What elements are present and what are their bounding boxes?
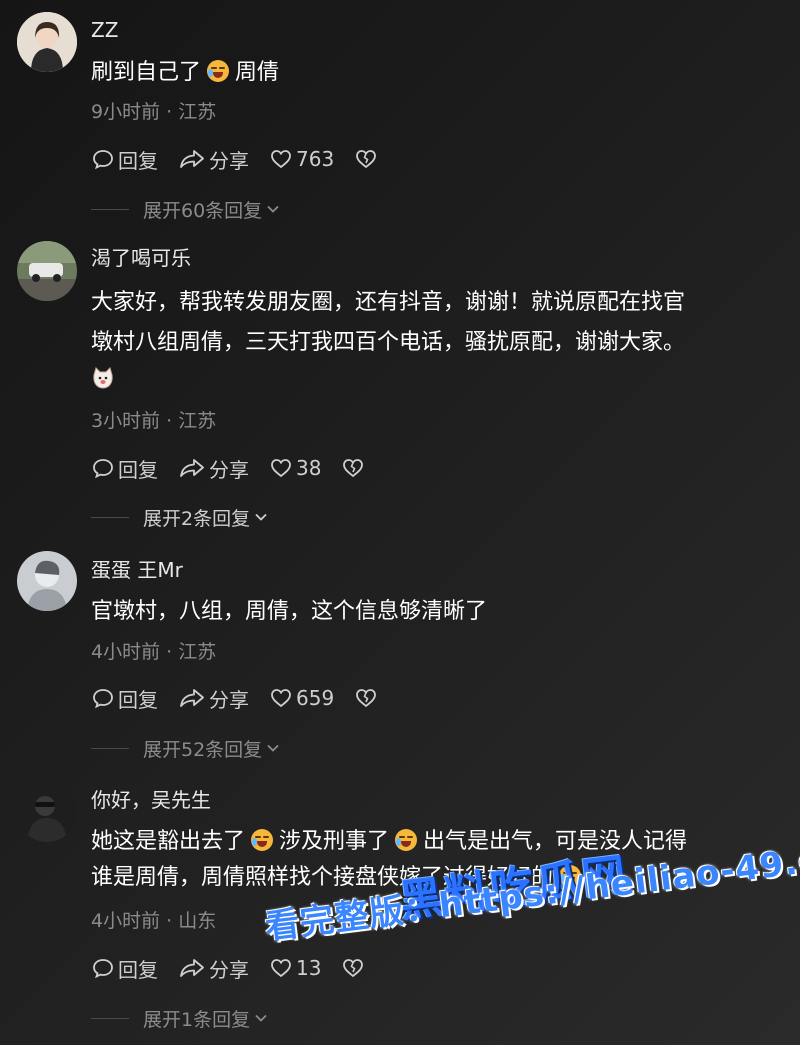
reply-label: 回复 (118, 148, 158, 173)
expand-replies-button[interactable]: 展开60条回复 (91, 195, 282, 223)
expand-replies-button[interactable]: 展开1条回复 (91, 1004, 270, 1032)
expand-replies-label: 展开2条回复 (143, 507, 251, 530)
share-label: 分享 (209, 687, 249, 712)
laugh-cry-emoji-icon (207, 60, 230, 82)
laugh-cry-emoji-icon (395, 829, 418, 851)
heart-icon (271, 150, 291, 169)
reply-label: 回复 (118, 957, 158, 982)
avatar[interactable] (17, 12, 77, 72)
comment-bubble-icon (93, 959, 113, 979)
comment-text: 刷到自己了 周倩 (91, 55, 786, 91)
comment-actions: 回复 分享 13 (91, 954, 388, 982)
comment-meta: 4小时前 · 江苏 (91, 641, 217, 663)
like-button[interactable]: 763 (269, 147, 334, 171)
share-button[interactable]: 分享 (178, 145, 249, 174)
comment-actions: 回复 分享 38 (91, 454, 388, 482)
comment-text-part: 涉及刑事了 (279, 829, 390, 854)
share-label: 分享 (209, 148, 249, 173)
comment-text-part: 周倩 (235, 60, 280, 85)
comment-actions: 回复 分享 659 (91, 684, 401, 712)
share-arrow-icon (180, 689, 204, 707)
comment-username[interactable]: 蛋蛋 王Mr (91, 558, 183, 582)
heart-icon (271, 459, 291, 478)
like-button[interactable]: 38 (269, 456, 321, 480)
comment-username[interactable]: 你好，吴先生 (91, 788, 211, 812)
divider-line (91, 516, 129, 518)
share-button[interactable]: 分享 (178, 954, 249, 983)
comment-username[interactable]: ZZ (91, 18, 118, 42)
broken-heart-icon (343, 459, 364, 478)
share-button[interactable]: 分享 (178, 454, 249, 483)
reply-button[interactable]: 回复 (91, 954, 158, 983)
expand-replies-label: 展开60条回复 (143, 199, 263, 222)
avatar-image (17, 241, 77, 301)
comment-text-part: 她这是豁出去了 (91, 829, 246, 854)
like-button[interactable]: 659 (269, 686, 334, 710)
dislike-button[interactable] (354, 686, 381, 710)
like-count: 659 (296, 686, 335, 710)
share-arrow-icon (180, 150, 204, 168)
comment-text-part: 刷到自己了 (91, 60, 202, 85)
comment-bubble-icon (93, 689, 113, 709)
avatar[interactable] (17, 551, 77, 611)
reply-button[interactable]: 回复 (91, 684, 158, 713)
emoji-row (91, 365, 786, 401)
chevron-down-icon (267, 744, 279, 752)
dislike-button[interactable] (341, 956, 368, 980)
avatar-image (17, 782, 77, 842)
like-button[interactable]: 13 (269, 956, 321, 980)
expand-replies-label: 展开1条回复 (143, 1008, 251, 1031)
comment-username[interactable]: 渴了喝可乐 (91, 246, 191, 270)
share-button[interactable]: 分享 (178, 684, 249, 713)
broken-heart-icon (356, 150, 377, 169)
comment-text: 官墩村，八组，周倩，这个信息够清晰了 (91, 599, 488, 624)
dislike-button[interactable] (354, 147, 381, 171)
comment-meta: 3小时前 · 江苏 (91, 410, 217, 432)
comment-text-line: 大家好，帮我转发朋友圈，还有抖音，谢谢！就说原配在找官 (91, 290, 686, 315)
share-arrow-icon (180, 959, 204, 977)
avatar-image (17, 551, 77, 611)
reply-button[interactable]: 回复 (91, 145, 158, 174)
broken-heart-icon (356, 689, 377, 708)
expand-replies-label: 展开52条回复 (143, 738, 263, 761)
share-arrow-icon (180, 459, 204, 477)
avatar[interactable] (17, 782, 77, 842)
reply-button[interactable]: 回复 (91, 454, 158, 483)
comment-text: 大家好，帮我转发朋友圈，还有抖音，谢谢！就说原配在找官 墩村八组周倩，三天打我四… (91, 285, 786, 401)
comment-meta: 4小时前 · 山东 (91, 910, 217, 932)
reply-label: 回复 (118, 687, 158, 712)
avatar[interactable] (17, 241, 77, 301)
share-label: 分享 (209, 957, 249, 982)
reply-label: 回复 (118, 457, 158, 482)
comment-bubble-icon (93, 459, 113, 479)
laugh-cry-emoji-icon (251, 829, 274, 851)
avatar-image (17, 12, 77, 72)
divider-line (91, 1017, 129, 1019)
comment-actions: 回复 分享 763 (91, 145, 401, 173)
expand-replies-button[interactable]: 展开52条回复 (91, 734, 282, 762)
heart-icon (271, 959, 291, 978)
like-count: 763 (296, 147, 335, 171)
divider-line (91, 747, 129, 749)
like-count: 13 (296, 956, 322, 980)
cat-face-emoji-icon (91, 365, 115, 389)
chevron-down-icon (255, 1014, 267, 1022)
divider-line (91, 208, 129, 210)
chevron-down-icon (267, 205, 279, 213)
expand-replies-button[interactable]: 展开2条回复 (91, 503, 270, 531)
like-count: 38 (296, 456, 322, 480)
comment-bubble-icon (93, 150, 113, 170)
share-label: 分享 (209, 457, 249, 482)
chevron-down-icon (255, 513, 267, 521)
comment-text-line: 墩村八组周倩，三天打我四百个电话，骚扰原配，谢谢大家。 (91, 330, 686, 355)
dislike-button[interactable] (341, 456, 368, 480)
comment-meta: 9小时前 · 江苏 (91, 101, 217, 123)
heart-icon (271, 689, 291, 708)
broken-heart-icon (343, 959, 364, 978)
